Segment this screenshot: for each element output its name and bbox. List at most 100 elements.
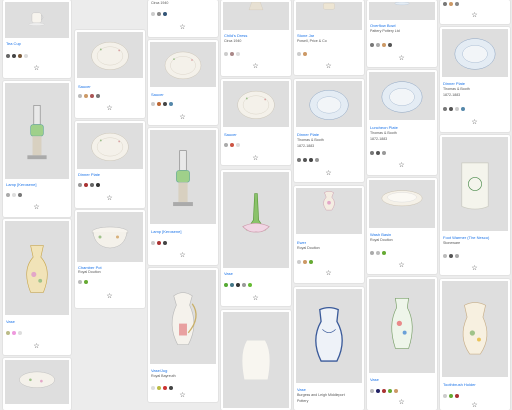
collection-card[interactable]: Dinner Plate Thomas & Booth 1872-1883 ☆	[440, 27, 510, 132]
item-title[interactable]: Dinner Plate	[443, 81, 508, 86]
color-swatch[interactable]	[151, 102, 155, 106]
collection-card[interactable]: Luncheon Plate Thomas & Booth 1872-1883 …	[367, 70, 437, 175]
item-image[interactable]	[150, 270, 216, 364]
color-swatch[interactable]	[163, 241, 167, 245]
color-swatch[interactable]	[443, 254, 447, 258]
item-image[interactable]	[223, 312, 289, 408]
color-swatch[interactable]	[455, 254, 459, 258]
color-swatch[interactable]	[84, 183, 88, 187]
color-swatch[interactable]	[388, 389, 392, 393]
color-swatch[interactable]	[303, 52, 307, 56]
item-title[interactable]: Saucer	[151, 92, 216, 97]
item-image[interactable]	[442, 137, 508, 231]
collection-card[interactable]	[3, 358, 71, 410]
color-swatch[interactable]	[309, 158, 313, 162]
item-image[interactable]	[77, 212, 143, 262]
color-swatch[interactable]	[370, 151, 374, 155]
color-swatch[interactable]	[157, 386, 161, 390]
collection-card[interactable]	[221, 310, 291, 410]
color-swatch[interactable]	[297, 158, 301, 162]
color-swatch[interactable]	[242, 283, 246, 287]
collection-card[interactable]: Vase ☆	[221, 170, 291, 306]
color-swatch[interactable]	[303, 260, 307, 264]
item-image[interactable]	[223, 2, 289, 30]
color-swatch[interactable]	[18, 193, 22, 197]
color-swatch[interactable]	[12, 193, 16, 197]
color-swatch[interactable]	[224, 143, 228, 147]
item-image[interactable]	[77, 123, 143, 169]
favorite-star-icon[interactable]: ☆	[471, 402, 478, 409]
item-title[interactable]: Lamp [Kerosene]	[6, 182, 69, 187]
color-swatch[interactable]	[370, 43, 374, 47]
item-title[interactable]: Vase	[6, 319, 69, 324]
color-swatch[interactable]	[163, 12, 167, 16]
color-swatch[interactable]	[84, 94, 88, 98]
collection-card[interactable]: Toothbrush Holder ☆	[440, 279, 510, 410]
collection-card[interactable]: Dinner Plate ☆	[75, 121, 145, 208]
color-swatch[interactable]	[370, 251, 374, 255]
color-swatch[interactable]	[376, 151, 380, 155]
color-swatch[interactable]	[12, 331, 16, 335]
item-image[interactable]	[150, 42, 216, 87]
color-swatch[interactable]	[297, 52, 301, 56]
item-image[interactable]	[296, 188, 362, 234]
color-swatch[interactable]	[157, 241, 161, 245]
color-swatch[interactable]	[376, 251, 380, 255]
collection-card[interactable]: Saucer ☆	[75, 30, 145, 118]
collection-card[interactable]: Lamp [Kerosene] ☆	[3, 81, 71, 217]
item-title[interactable]: Child's Dress	[224, 33, 289, 38]
color-swatch[interactable]	[376, 43, 380, 47]
color-swatch[interactable]	[309, 260, 313, 264]
collection-card[interactable]: Dinner Plate Thomas & Booth 1872-1883 ☆	[294, 79, 364, 182]
item-image[interactable]	[296, 81, 362, 127]
color-swatch[interactable]	[236, 283, 240, 287]
color-swatch[interactable]	[455, 394, 459, 398]
item-title[interactable]: Luncheon Plate	[370, 125, 435, 130]
collection-card[interactable]: Chamber Pot Royal Doulton ☆	[75, 210, 145, 308]
item-image[interactable]	[223, 81, 289, 127]
color-swatch[interactable]	[455, 107, 459, 111]
color-swatch[interactable]	[248, 283, 252, 287]
favorite-star-icon[interactable]: ☆	[179, 252, 186, 259]
favorite-star-icon[interactable]: ☆	[33, 65, 40, 72]
item-title[interactable]: Dinner Plate	[297, 132, 362, 137]
favorite-star-icon[interactable]: ☆	[179, 392, 186, 399]
color-swatch[interactable]	[12, 54, 16, 58]
favorite-star-icon[interactable]: ☆	[398, 262, 405, 269]
collection-card[interactable]: Ewer Royal Doulton ☆	[294, 186, 364, 283]
collection-card[interactable]: ☆	[440, 0, 510, 24]
collection-card[interactable]: Lamp [Kerosene] ☆	[148, 128, 218, 265]
item-title[interactable]: Saucer	[78, 84, 143, 89]
collection-card[interactable]: Circa 1940 ☆	[148, 0, 218, 37]
color-swatch[interactable]	[90, 183, 94, 187]
favorite-star-icon[interactable]: ☆	[179, 24, 186, 31]
favorite-star-icon[interactable]: ☆	[325, 270, 332, 277]
color-swatch[interactable]	[151, 12, 155, 16]
color-swatch[interactable]	[157, 12, 161, 16]
collection-card[interactable]: Saucer ☆	[221, 79, 291, 165]
collection-card[interactable]: Saucer ☆	[148, 40, 218, 125]
collection-card[interactable]: Vase ☆	[3, 219, 71, 355]
color-swatch[interactable]	[449, 254, 453, 258]
item-title[interactable]: Tea Cup	[6, 41, 69, 46]
item-title[interactable]: Ewer	[297, 240, 362, 245]
favorite-star-icon[interactable]: ☆	[398, 55, 405, 62]
favorite-star-icon[interactable]: ☆	[106, 105, 113, 112]
item-image[interactable]	[296, 2, 362, 30]
favorite-star-icon[interactable]: ☆	[471, 265, 478, 272]
color-swatch[interactable]	[443, 394, 447, 398]
item-title[interactable]: Dinner Plate	[78, 172, 143, 177]
favorite-star-icon[interactable]: ☆	[398, 399, 405, 406]
item-image[interactable]	[5, 2, 69, 38]
color-swatch[interactable]	[382, 43, 386, 47]
color-swatch[interactable]	[169, 102, 173, 106]
color-swatch[interactable]	[230, 283, 234, 287]
color-swatch[interactable]	[382, 151, 386, 155]
color-swatch[interactable]	[24, 54, 28, 58]
color-swatch[interactable]	[382, 251, 386, 255]
color-swatch[interactable]	[6, 331, 10, 335]
favorite-star-icon[interactable]: ☆	[471, 119, 478, 126]
color-swatch[interactable]	[224, 52, 228, 56]
favorite-star-icon[interactable]: ☆	[252, 63, 259, 70]
color-swatch[interactable]	[169, 386, 173, 390]
